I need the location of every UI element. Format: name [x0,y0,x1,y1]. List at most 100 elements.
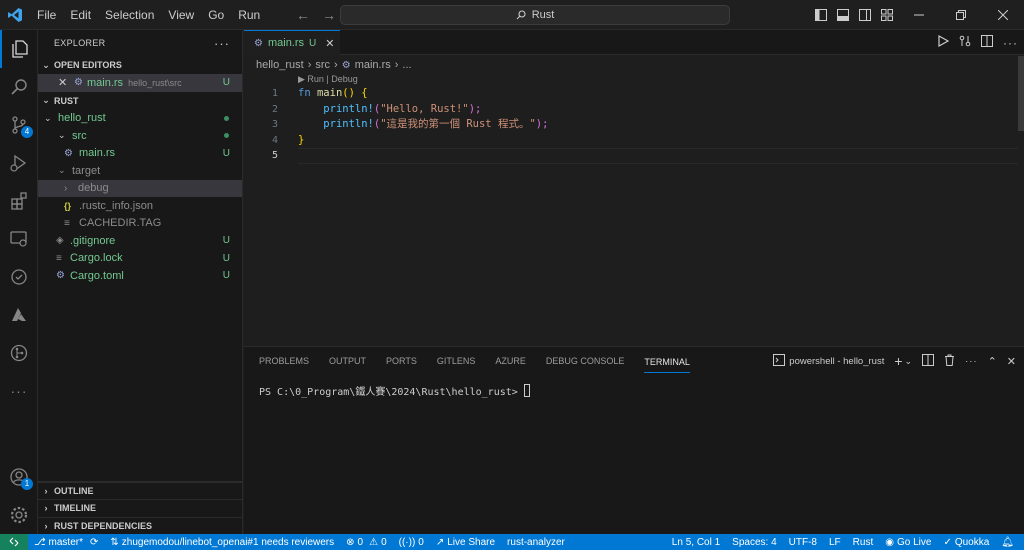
breadcrumb-item[interactable]: main.rs [355,59,391,71]
breadcrumb-item[interactable]: src [315,59,330,71]
go-live-item[interactable]: ◉ Go Live [879,537,937,548]
command-center-search[interactable]: Rust [340,5,730,25]
language-mode[interactable]: Rust [847,537,880,548]
pull-request-item[interactable]: ⇅ zhugemodou/linebot_openai#1 needs revi… [104,537,340,548]
menu-run[interactable]: Run [231,0,267,30]
terminal-output[interactable]: PS C:\0_Program\鐵人賽\2024\Rust\hello_rust… [259,383,530,398]
tree-item-cargo-toml[interactable]: ⚙ Cargo.toml U [38,267,242,285]
toggle-primary-sidebar-icon[interactable] [810,0,832,30]
rust-dependencies-header[interactable]: › RUST DEPENDENCIES [38,516,243,535]
menu-go[interactable]: Go [201,0,231,30]
accounts-icon[interactable]: 1 [0,458,38,496]
timeline-header[interactable]: › TIMELINE [38,499,243,517]
tree-item-label: target [72,164,101,177]
close-window-icon[interactable] [982,0,1024,30]
toggle-secondary-sidebar-icon[interactable] [854,0,876,30]
tree-item-hello-rust[interactable]: ⌄ hello_rust [38,110,242,128]
cursor-position[interactable]: Ln 5, Col 1 [666,537,726,548]
testing-icon[interactable] [0,258,38,296]
tab-output[interactable]: OUTPUT [329,356,366,366]
explorer-icon[interactable] [0,30,38,68]
maximize-panel-icon[interactable]: ⌃ [988,355,997,368]
tree-item-cargo-lock[interactable]: ≡ Cargo.lock U [38,250,242,268]
source-control-icon[interactable]: 4 [0,106,38,144]
tree-item-src[interactable]: ⌄ src [38,127,242,145]
menu-file[interactable]: File [30,0,63,30]
trash-icon[interactable] [944,354,955,369]
gitlens-icon[interactable] [0,334,38,372]
compare-changes-icon[interactable] [959,35,971,50]
tree-item-target[interactable]: ⌄ target [38,162,242,180]
ports-item[interactable]: ((·)) 0 [393,537,430,548]
notifications-bell-icon[interactable]: 🔔︎ [995,537,1020,548]
settings-gear-icon[interactable] [0,496,38,534]
problems-item[interactable]: ⊗ 0 ⚠ 0 [340,537,392,548]
workspace-header[interactable]: ⌄ RUST [38,92,242,110]
tab-azure[interactable]: AZURE [495,356,526,366]
outline-header[interactable]: › OUTLINE [38,481,243,500]
run-debug-icon[interactable] [0,144,38,182]
menu-edit[interactable]: Edit [63,0,98,30]
restore-icon[interactable] [940,0,982,30]
menu-bar: File Edit Selection View Go Run [30,0,267,30]
tab-main-rs[interactable]: ⚙ main.rs U ✕ [244,30,340,55]
tree-item-debug[interactable]: › debug [38,179,242,197]
chevron-down-icon[interactable]: ⌄ [905,356,913,367]
tab-gitlens[interactable]: GITLENS [437,356,476,366]
extensions-icon[interactable] [0,182,38,220]
split-terminal-icon[interactable] [922,353,935,369]
open-editor-item[interactable]: ✕ ⚙ main.rs hello_rust\src U [38,74,242,92]
settings-file-icon: ⚙ [56,270,65,282]
quokka-item[interactable]: ✓ Quokka [937,537,995,548]
live-share-item[interactable]: ↗ Live Share [430,537,501,548]
panel-more-icon[interactable]: ··· [965,356,978,367]
encoding[interactable]: UTF-8 [783,537,823,548]
minimize-icon[interactable] [898,0,940,30]
tree-item-main-rs[interactable]: ⚙ main.rs U [38,145,242,163]
close-tab-icon[interactable]: ✕ [325,37,334,50]
explorer-more-icon[interactable]: ··· [214,36,230,51]
menu-view[interactable]: View [161,0,201,30]
remote-indicator-icon[interactable] [0,534,28,550]
code-token: () [342,87,355,99]
tab-ports[interactable]: PORTS [386,356,417,366]
rust-analyzer-item[interactable]: rust-analyzer [501,537,571,548]
editor-more-icon[interactable]: ··· [1003,36,1018,50]
menu-selection[interactable]: Selection [98,0,161,30]
remote-explorer-icon[interactable] [0,220,38,258]
split-editor-icon[interactable] [981,35,993,50]
branch-item[interactable]: ⎇ master* ⟳ [28,537,104,548]
close-icon[interactable]: ✕ [58,76,70,89]
open-editors-header[interactable]: ⌄ OPEN EDITORS [38,56,242,74]
open-editor-status: U [222,77,230,89]
toggle-panel-icon[interactable] [832,0,854,30]
azure-icon[interactable] [0,296,38,334]
back-arrow-icon[interactable]: ← [296,7,310,23]
terminal-name[interactable]: powershell - hello_rust [789,356,884,367]
forward-arrow-icon[interactable]: → [322,7,336,23]
tree-item-cachedir[interactable]: ≡ CACHEDIR.TAG [38,215,242,233]
tab-problems[interactable]: PROBLEMS [259,356,309,366]
code-token: ); [535,118,549,130]
indentation[interactable]: Spaces: 4 [726,537,782,548]
end-of-line[interactable]: LF [823,537,847,548]
editor-scrollbar[interactable] [1018,56,1024,131]
tree-item-rustc-info[interactable]: {} .rustc_info.json [38,197,242,215]
search-text: Rust [531,9,555,21]
customize-layout-icon[interactable] [876,0,898,30]
tree-item-gitignore[interactable]: ◈ .gitignore U [38,232,242,250]
run-debug-codelens[interactable]: ▶ Run | Debug [298,74,358,85]
run-icon[interactable] [937,34,950,50]
timeline-label: TIMELINE [54,503,96,514]
more-icon[interactable]: ··· [0,372,38,410]
sync-icon[interactable]: ⟳ [90,537,98,548]
breadcrumb-item[interactable]: ... [402,59,411,71]
tab-debug-console[interactable]: DEBUG CONSOLE [546,356,625,366]
check-icon: ✓ [943,536,952,548]
breadcrumb-item[interactable]: hello_rust [256,59,304,71]
code-editor[interactable]: fn main() { println!("Hello, Rust!"); pr… [298,86,1018,164]
new-terminal-icon[interactable]: + [894,353,902,369]
close-panel-icon[interactable]: ✕ [1007,355,1016,368]
search-icon[interactable] [0,68,38,106]
tab-terminal[interactable]: TERMINAL [644,350,690,373]
